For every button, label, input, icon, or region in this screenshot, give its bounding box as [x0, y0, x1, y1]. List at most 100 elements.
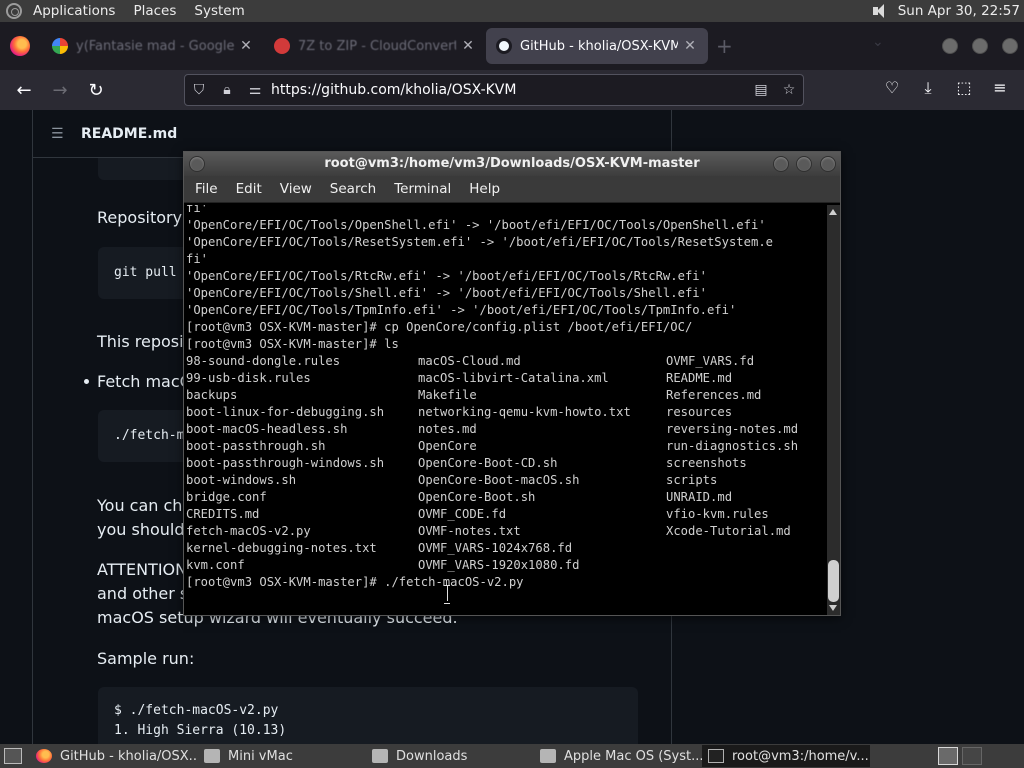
ls-row: kvm.conf OVMF_VARS-1920x1080.fd	[186, 557, 827, 574]
terminal-menubar: File Edit View Search Terminal Help	[184, 176, 840, 203]
window-menu-button[interactable]	[189, 156, 205, 172]
show-desktop-icon[interactable]	[4, 748, 22, 764]
list-bullet	[84, 379, 89, 384]
scroll-up-icon[interactable]	[829, 209, 837, 215]
tab-google[interactable]: y(Fantasie mad - Google ✕	[42, 28, 264, 64]
ls-entry: networking-qemu-kvm-howto.txt	[418, 405, 631, 419]
ls-entry: scripts	[666, 473, 718, 487]
firefox-icon	[36, 749, 52, 763]
close-button[interactable]	[820, 156, 836, 172]
taskbar-item-mini-vmac[interactable]: Mini vMac	[198, 745, 366, 767]
ls-row: fetch-macOS-v2.py OVMF-notes.txt Xcode-Tut…	[186, 523, 827, 540]
maximize-window-button[interactable]	[972, 38, 988, 54]
ls-row: CREDITS.md OVMF_CODE.fd vfio-kvm.rules	[186, 506, 827, 523]
extensions-icon[interactable]: ⬚	[952, 78, 976, 97]
menu-places[interactable]: Places	[124, 0, 185, 22]
terminal-line: 'OpenCore/EFI/OC/Tools/TpmInfo.efi' -> '…	[186, 303, 737, 317]
browser-tab-strip: y(Fantasie mad - Google ✕ 7Z to ZIP - Cl…	[0, 22, 1024, 70]
navigation-toolbar: ← → ↻ ⛉ 🔒︎ ⚌ https://github.com/kholia/O…	[0, 70, 1024, 110]
ls-row: boot-passthrough-windows.sh OpenCore-Boot…	[186, 455, 827, 472]
app-menu-icon[interactable]: ≡	[988, 78, 1012, 97]
scrollbar-thumb[interactable]	[828, 560, 839, 602]
taskbar-label: Apple Mac OS (Syst...	[564, 748, 702, 764]
distro-logo-icon[interactable]	[6, 3, 22, 19]
menu-search[interactable]: Search	[321, 181, 385, 197]
url-text[interactable]: https://github.com/kholia/OSX-KVM	[269, 82, 747, 98]
bookmark-star-icon[interactable]: ☆	[775, 82, 803, 98]
taskbar-label: Downloads	[396, 748, 468, 764]
tab-github[interactable]: GitHub - kholia/OSX-KVM: R ✕	[486, 28, 708, 64]
ls-row: kernel-debugging-notes.txt OVMF_VARS-1024…	[186, 540, 827, 557]
taskbar-item-apple-mac-os[interactable]: Apple Mac OS (Syst...	[534, 745, 702, 767]
lock-icon[interactable]: 🔒︎	[213, 82, 241, 98]
ls-entry: kvm.conf	[186, 558, 245, 572]
github-icon	[496, 38, 512, 54]
firefox-view-icon[interactable]	[10, 36, 30, 56]
readme-text-you-should: you should f	[97, 520, 196, 539]
menu-system[interactable]: System	[185, 0, 253, 22]
folder-icon	[540, 749, 556, 763]
close-window-button[interactable]	[1002, 38, 1018, 54]
workspace-1[interactable]	[938, 747, 958, 765]
close-tab-icon[interactable]: ✕	[460, 38, 476, 54]
taskbar-item-downloads[interactable]: Downloads	[366, 745, 534, 767]
ls-row: boot-passthrough.sh OpenCore run-diagnosti…	[186, 438, 827, 455]
terminal-prompt-line: [root@vm3 OSX-KVM-master]# ./fetch-macOS…	[186, 575, 524, 589]
tab-list-icon[interactable]: ⌄	[872, 34, 884, 50]
forward-icon[interactable]: →	[42, 80, 78, 101]
volume-icon[interactable]	[872, 3, 890, 19]
ls-row: boot-linux-for-debugging.sh networking-qe…	[186, 404, 827, 421]
taskbar-label: root@vm3:/home/v...	[732, 748, 869, 764]
workspace-2[interactable]	[962, 747, 982, 765]
code-line: $ ./fetch-macOS-v2.py	[114, 703, 279, 718]
bottom-taskbar: GitHub - kholia/OSX... Mini vMac Downloa…	[0, 744, 1024, 768]
taskbar-label: Mini vMac	[228, 748, 293, 764]
site-permissions-icon[interactable]: ⚌	[241, 82, 269, 98]
reload-icon[interactable]: ↻	[78, 80, 114, 101]
ls-entry: macOS-Cloud.md	[418, 354, 521, 368]
terminal-line: 'OpenCore/EFI/OC/Tools/ResetSystem.efi' …	[186, 235, 773, 249]
url-bar[interactable]: ⛉ 🔒︎ ⚌ https://github.com/kholia/OSX-KVM…	[184, 74, 804, 106]
code-block-sample-run: $ ./fetch-macOS-v2.py 1. High Sierra (10…	[98, 687, 638, 744]
pocket-icon[interactable]: ♡	[880, 78, 904, 97]
menu-file[interactable]: File	[186, 181, 227, 197]
ls-entry: OpenCore-Boot-CD.sh	[418, 456, 558, 470]
scroll-down-icon[interactable]	[829, 605, 837, 611]
ls-entry: macOS-libvirt-Catalina.xml	[418, 371, 609, 385]
tracking-protection-shield-icon[interactable]: ⛉	[185, 82, 213, 98]
ls-entry: UNRAID.md	[666, 490, 733, 504]
ls-entry: reversing-notes.md	[666, 422, 799, 436]
clock[interactable]: Sun Apr 30, 22:57	[898, 3, 1024, 19]
tab-cloudconvert[interactable]: 7Z to ZIP - CloudConvert ✕	[264, 28, 486, 64]
terminal-output[interactable]: fi' 'OpenCore/EFI/OC/Tools/OpenShell.efi'…	[184, 205, 827, 615]
ls-entry: CREDITS.md	[186, 507, 260, 521]
ls-entry: OpenCore-Boot.sh	[418, 490, 536, 504]
readme-text-and-other: and other si	[97, 584, 193, 603]
downloads-icon[interactable]: ⤓	[916, 78, 940, 98]
menu-edit[interactable]: Edit	[227, 181, 271, 197]
minimize-window-button[interactable]	[942, 38, 958, 54]
back-icon[interactable]: ←	[6, 80, 42, 101]
menu-applications[interactable]: Applications	[24, 0, 124, 22]
menu-view[interactable]: View	[271, 181, 321, 197]
terminal-line: [root@vm3 OSX-KVM-master]# ls	[186, 337, 399, 351]
close-tab-icon[interactable]: ✕	[238, 38, 254, 54]
terminal-titlebar[interactable]: root@vm3:/home/vm3/Downloads/OSX-KVM-mas…	[184, 152, 840, 176]
outline-list-icon[interactable]: ☰	[51, 126, 65, 142]
new-tab-button[interactable]: +	[716, 34, 733, 58]
taskbar-item-terminal[interactable]: root@vm3:/home/v...	[702, 745, 870, 767]
ls-entry: run-diagnostics.sh	[666, 439, 799, 453]
terminal-lines: fi' 'OpenCore/EFI/OC/Tools/OpenShell.efi'…	[184, 205, 827, 591]
reader-view-icon[interactable]: ▤	[747, 82, 775, 98]
ls-entry: boot-linux-for-debugging.sh	[186, 405, 385, 419]
taskbar-item-firefox[interactable]: GitHub - kholia/OSX...	[30, 745, 198, 767]
menu-terminal[interactable]: Terminal	[385, 181, 460, 197]
taskbar-label: GitHub - kholia/OSX...	[60, 748, 198, 764]
menu-help[interactable]: Help	[460, 181, 509, 197]
close-tab-icon[interactable]: ✕	[682, 38, 698, 54]
minimize-button[interactable]	[773, 156, 789, 172]
terminal-window[interactable]: root@vm3:/home/vm3/Downloads/OSX-KVM-mas…	[183, 151, 841, 616]
maximize-button[interactable]	[796, 156, 812, 172]
terminal-scrollbar[interactable]	[827, 205, 840, 615]
ls-entry: OVMF_VARS.fd	[666, 354, 755, 368]
